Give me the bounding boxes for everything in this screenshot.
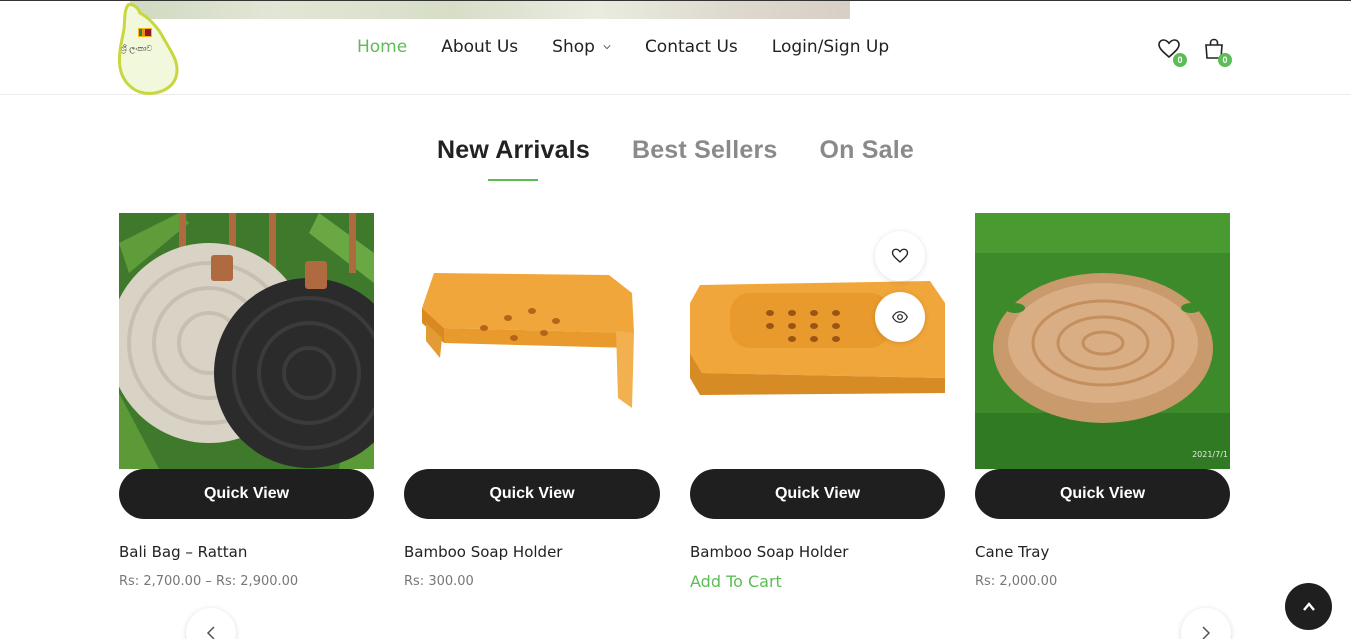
main-nav: Home About Us Shop Contact Us Login/Sign… [357, 37, 923, 57]
product-price: Rs: 2,000.00 [975, 574, 1058, 589]
product-carousel: Quick View Bali Bag – Rattan Rs: 2,700.0… [119, 213, 1260, 591]
quick-view-button[interactable]: Quick View [690, 469, 945, 519]
quick-preview-button[interactable] [875, 292, 925, 342]
chevron-down-icon [603, 45, 611, 50]
product-tabs: New Arrivals Best Sellers On Sale [0, 136, 1351, 165]
chevron-left-icon [206, 626, 215, 639]
nav-shop[interactable]: Shop [552, 37, 611, 57]
product-title[interactable]: Bali Bag – Rattan [119, 543, 247, 561]
product-title[interactable]: Bamboo Soap Holder [404, 543, 562, 561]
product-price: Rs: 2,700.00 – Rs: 2,900.00 [119, 574, 299, 589]
bali-bag-photo [119, 213, 374, 469]
add-to-cart-link[interactable]: Add To Cart [690, 572, 782, 591]
chevron-up-icon [1302, 601, 1315, 611]
sri-lanka-map-logo-icon: ශ්‍රී ලංකාව [118, 3, 179, 95]
nav-contact-us-label: Contact Us [644, 37, 738, 57]
nav-contact-us[interactable]: Contact Us [645, 37, 738, 57]
product-image-bali-bag[interactable] [119, 213, 374, 469]
product-card: 2021/7/1 Quick View Cane Tray Rs: 2,000.… [975, 213, 1230, 589]
wishlist-button[interactable]: 0 [1157, 37, 1187, 67]
carousel-prev-button[interactable] [186, 608, 236, 639]
nav-home-label: Home [357, 37, 408, 57]
site-header: ශ්‍රී ලංකාව Home About Us Shop Contact U… [0, 1, 1351, 95]
product-title[interactable]: Cane Tray [975, 543, 1049, 561]
product-price: Rs: 300.00 [404, 574, 474, 589]
scroll-to-top-button[interactable] [1285, 583, 1332, 630]
eye-icon [892, 311, 908, 323]
product-title[interactable]: Bamboo Soap Holder [690, 543, 848, 561]
wishlist-count-badge: 0 [1173, 53, 1187, 67]
photo-watermark: 2021/7/1 [1192, 450, 1228, 459]
soap-holder-photo [404, 213, 660, 469]
product-card: Quick View Bali Bag – Rattan Rs: 2,700.0… [119, 213, 374, 589]
add-to-wishlist-button[interactable] [875, 231, 925, 281]
site-logo[interactable]: ශ්‍රී ලංකාව [118, 1, 182, 95]
nav-shop-label: Shop [552, 37, 595, 57]
product-image-cane-tray[interactable]: 2021/7/1 [975, 213, 1230, 469]
chevron-right-icon [1202, 626, 1211, 639]
svg-text:ශ්‍රී ලංකාව: ශ්‍රී ලංකාව [121, 44, 153, 54]
nav-about-us-label: About Us [441, 37, 519, 57]
cart-button[interactable]: 0 [1202, 37, 1232, 67]
quick-view-button[interactable]: Quick View [404, 469, 660, 519]
nav-home[interactable]: Home [357, 37, 407, 57]
product-card: Quick View Bamboo Soap Holder Rs: 300.00 [404, 213, 660, 589]
product-image-bamboo-soap-holder-2[interactable] [690, 213, 945, 469]
cart-count-badge: 0 [1218, 53, 1232, 67]
product-image-bamboo-soap-holder[interactable] [404, 213, 660, 469]
tab-best-sellers[interactable]: Best Sellers [632, 136, 778, 165]
cane-tray-photo [975, 213, 1230, 469]
nav-login-signup[interactable]: Login/Sign Up [772, 37, 889, 57]
nav-about-us[interactable]: About Us [441, 37, 518, 57]
nav-login-signup-label: Login/Sign Up [771, 37, 890, 57]
heart-icon [891, 248, 909, 263]
carousel-next-button[interactable] [1181, 608, 1231, 639]
tab-new-arrivals[interactable]: New Arrivals [437, 136, 590, 165]
quick-view-button[interactable]: Quick View [119, 469, 374, 519]
quick-view-button[interactable]: Quick View [975, 469, 1230, 519]
tab-on-sale[interactable]: On Sale [819, 136, 914, 165]
product-card: Quick View Bamboo Soap Holder Add To Car… [690, 213, 945, 591]
